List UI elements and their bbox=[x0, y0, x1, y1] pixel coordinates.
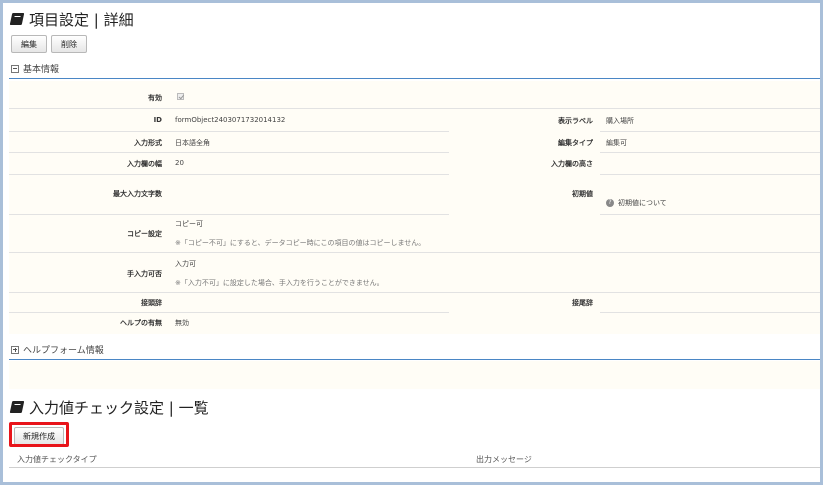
basic-section-title: 基本情報 bbox=[23, 65, 60, 75]
row-divider bbox=[600, 312, 820, 313]
max-chars-label: 最大入力文字数 bbox=[113, 190, 162, 198]
page-title-text: 項目設定 | 詳細 bbox=[29, 10, 134, 29]
display-label-value: 購入場所 bbox=[606, 117, 634, 125]
check-section-title-text: 入力値チェック設定 | 一覧 bbox=[29, 398, 209, 417]
row-divider bbox=[9, 312, 449, 313]
help-section-panel bbox=[9, 361, 820, 389]
edit-type-value: 編集可 bbox=[606, 139, 627, 147]
help-enabled-value: 無効 bbox=[175, 319, 189, 327]
input-height-label: 入力欄の高さ bbox=[551, 160, 593, 168]
book-icon bbox=[9, 13, 25, 25]
prefix-label: 接頭辞 bbox=[141, 299, 162, 307]
row-divider bbox=[600, 174, 820, 175]
manual-input-value: 入力可 bbox=[175, 260, 196, 268]
copy-setting-note: ※「コピー不可」にすると、データコピー時にこの項目の値はコピーしません。 bbox=[175, 239, 426, 247]
row-divider bbox=[600, 131, 820, 132]
initial-value-label: 初期値 bbox=[572, 190, 593, 198]
input-type-label: 入力形式 bbox=[134, 139, 162, 147]
row-divider bbox=[9, 292, 820, 293]
row-divider bbox=[9, 214, 449, 215]
copy-setting-label: コピー設定 bbox=[127, 230, 162, 238]
help-section-title: ヘルプフォーム情報 bbox=[23, 346, 104, 356]
help-section-underline bbox=[9, 359, 820, 360]
basic-section-toggle[interactable]: 基本情報 bbox=[11, 62, 59, 75]
input-width-label: 入力欄の幅 bbox=[127, 160, 162, 168]
check-section-title: 入力値チェック設定 | 一覧 bbox=[9, 396, 209, 418]
question-circle-icon: ? bbox=[606, 199, 614, 207]
id-value: formObject2403071732014132 bbox=[175, 116, 286, 124]
table-header-divider bbox=[9, 467, 820, 468]
row-divider bbox=[9, 174, 449, 175]
page-title: 項目設定 | 詳細 bbox=[9, 8, 134, 30]
help-enabled-label: ヘルプの有無 bbox=[120, 319, 162, 327]
row-divider bbox=[9, 152, 449, 153]
help-section-toggle[interactable]: ヘルプフォーム情報 bbox=[11, 343, 104, 356]
column-header-check-type: 入力値チェックタイプ bbox=[17, 455, 97, 464]
row-divider bbox=[600, 214, 820, 215]
minus-box-icon bbox=[11, 64, 19, 73]
row-divider bbox=[600, 152, 820, 153]
row-divider bbox=[9, 131, 449, 132]
enabled-label: 有効 bbox=[148, 94, 162, 102]
input-width-value: 20 bbox=[175, 159, 184, 167]
highlight-box bbox=[9, 422, 69, 447]
basic-section-underline bbox=[9, 78, 820, 79]
column-header-output-message: 出力メッセージ bbox=[476, 455, 532, 464]
copy-setting-value: コピー可 bbox=[175, 220, 203, 228]
edit-type-label: 編集タイプ bbox=[558, 139, 593, 147]
id-label: ID bbox=[153, 116, 162, 124]
row-divider bbox=[9, 108, 820, 109]
initial-value-help-link[interactable]: ? 初期値について bbox=[606, 198, 667, 208]
row-divider bbox=[9, 252, 820, 253]
edit-button[interactable]: 編集 bbox=[11, 35, 47, 53]
basic-info-form: 有効 ID formObject2403071732014132 表示ラベル 購… bbox=[9, 81, 820, 334]
manual-input-note: ※「入力不可」に設定した場合、手入力を行うことができません。 bbox=[175, 279, 384, 287]
input-type-value: 日本語全角 bbox=[175, 139, 210, 147]
manual-input-label: 手入力可否 bbox=[127, 270, 162, 278]
enabled-checkbox bbox=[177, 93, 184, 100]
delete-button[interactable]: 削除 bbox=[51, 35, 87, 53]
initial-value-help-text: 初期値について bbox=[618, 199, 667, 207]
plus-box-icon bbox=[11, 345, 19, 354]
suffix-label: 接尾辞 bbox=[572, 299, 593, 307]
display-label-label: 表示ラベル bbox=[558, 117, 593, 125]
app-frame: 項目設定 | 詳細 編集 削除 基本情報 有効 ID formObject240… bbox=[3, 3, 820, 482]
book-icon bbox=[9, 401, 25, 413]
